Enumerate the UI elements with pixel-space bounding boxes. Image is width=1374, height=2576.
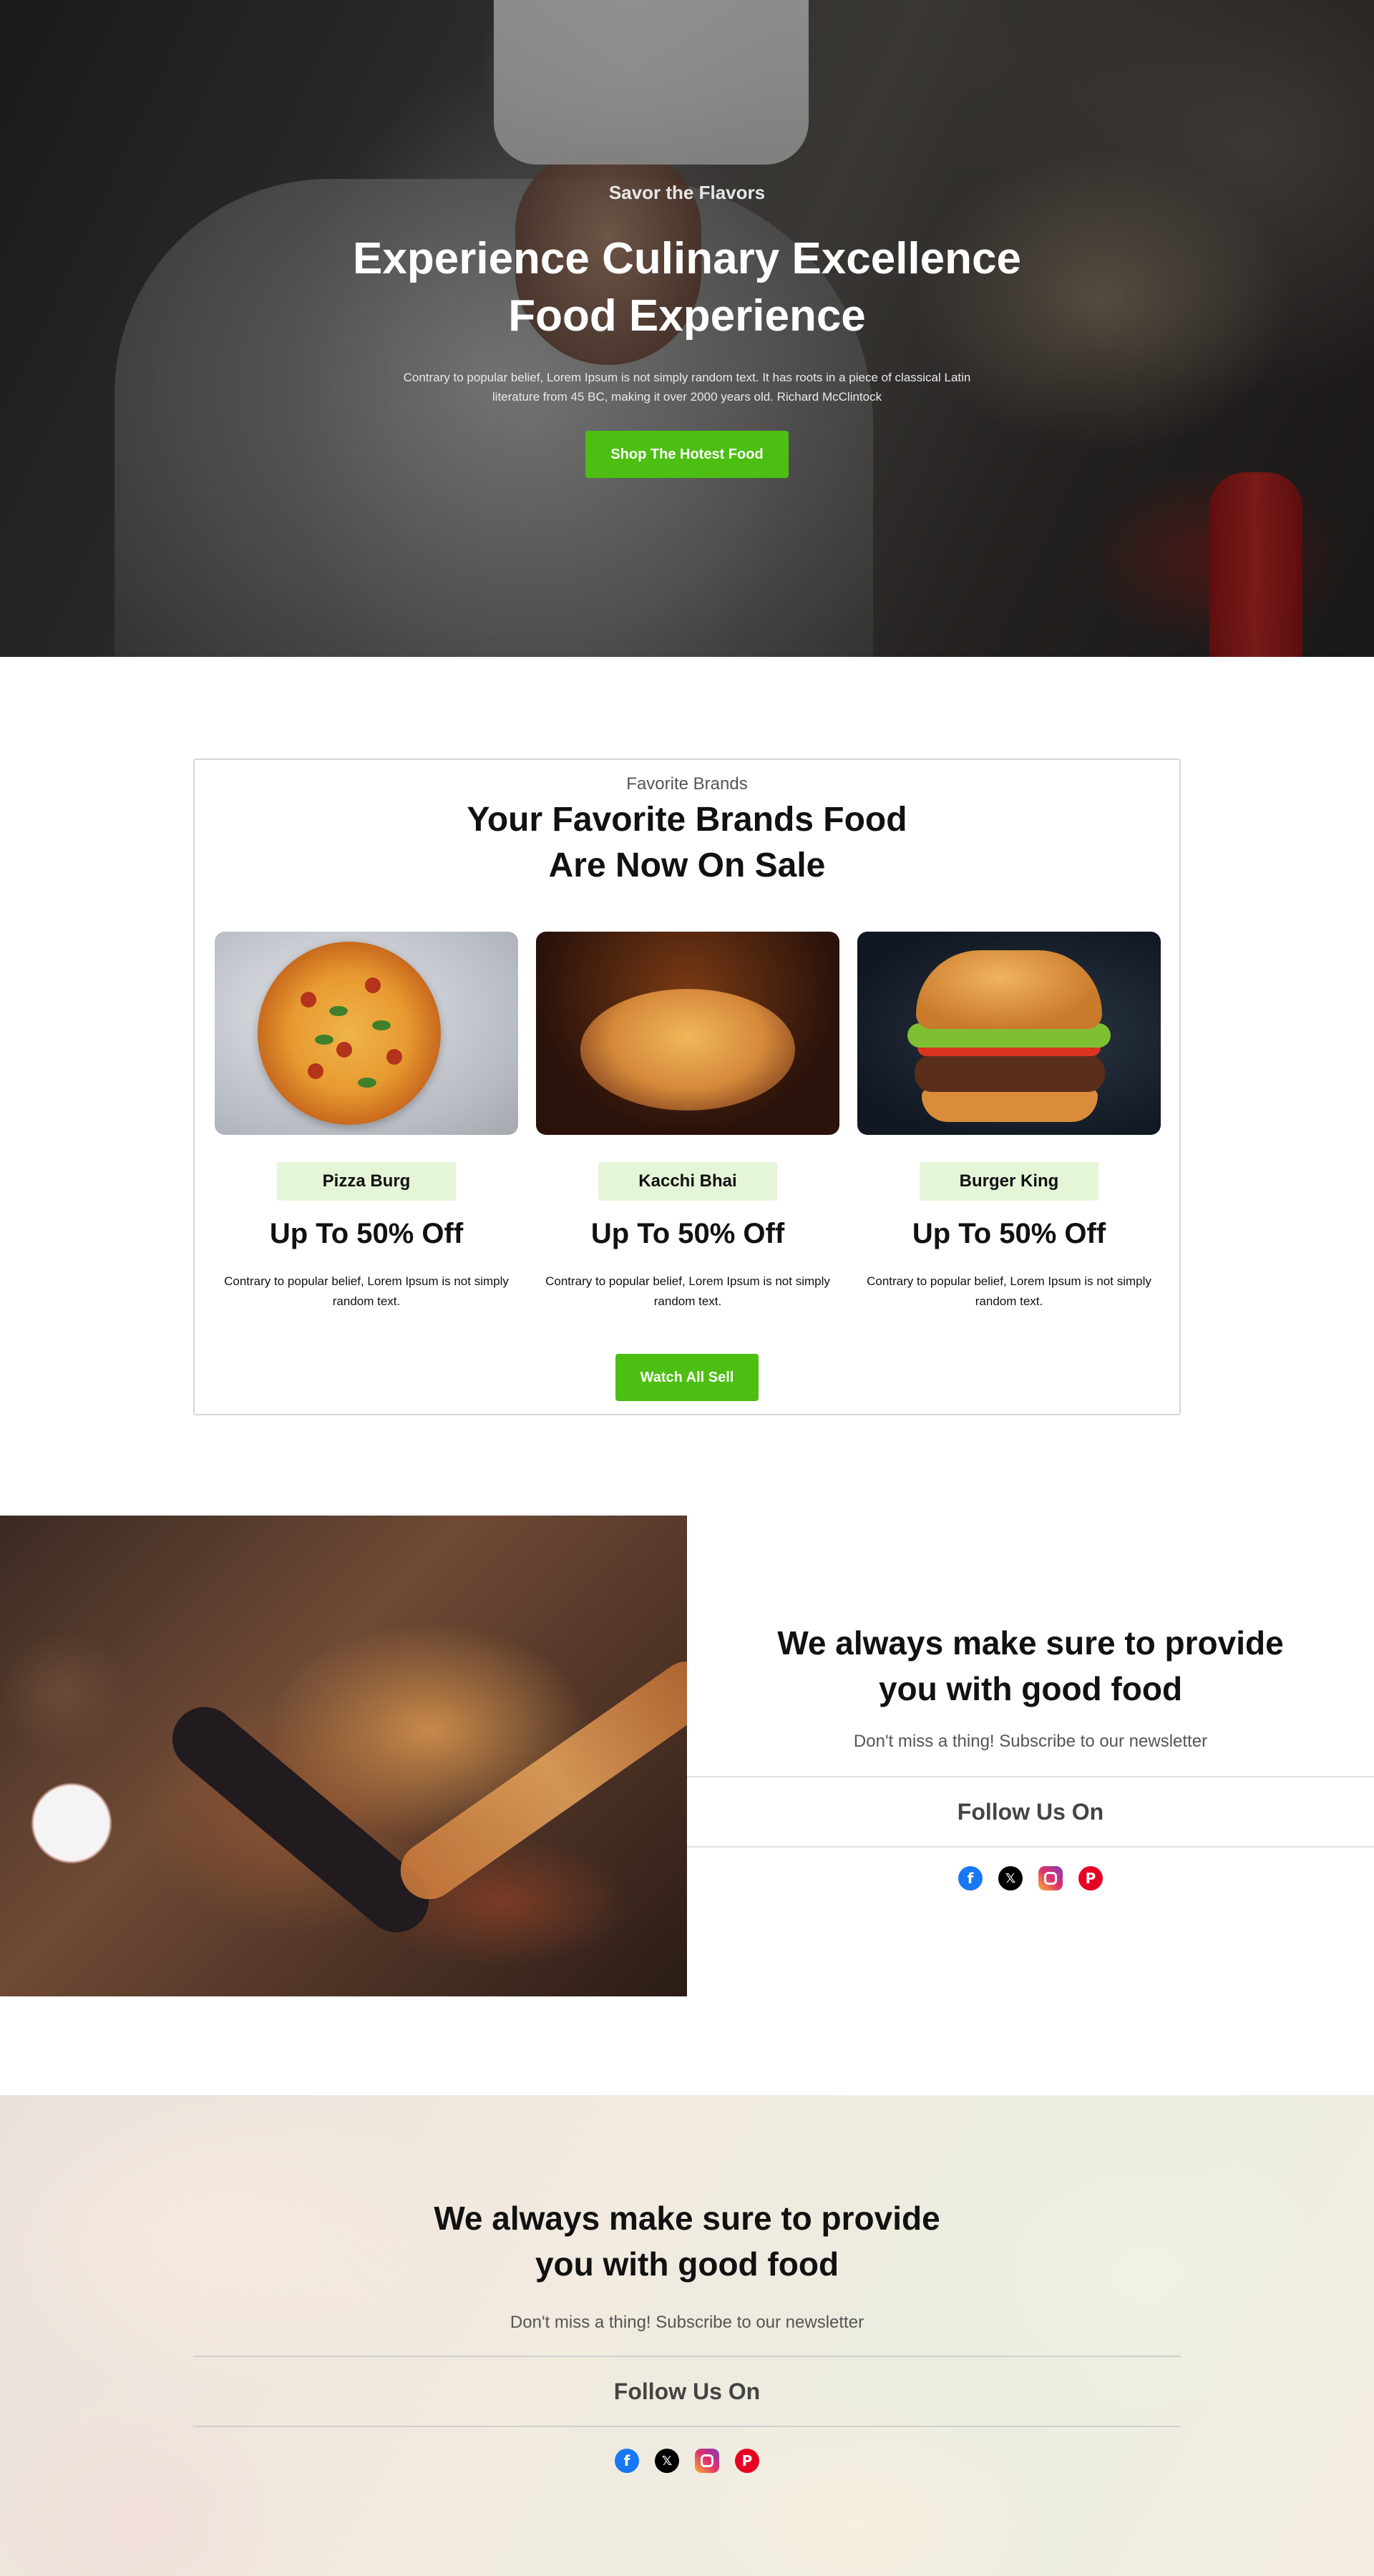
pinterest-icon[interactable]: P [735, 2449, 759, 2473]
x-twitter-icon[interactable]: 𝕏 [998, 1866, 1023, 1890]
hero-title-line2: Food Experience [508, 291, 866, 341]
brand-card-burger-king[interactable]: Burger King Up To 50% Off Contrary to po… [857, 932, 1161, 1308]
banner-title: We always make sure to provide you with … [0, 2195, 1374, 2287]
hero-description-line2: literature from 45 BC, making it over 20… [492, 390, 882, 404]
x-twitter-icon[interactable]: 𝕏 [655, 2449, 679, 2473]
hero-description-line1: Contrary to popular belief, Lorem Ipsum … [403, 371, 971, 384]
brands-title-line1: Your Favorite Brands Food [467, 801, 907, 839]
grilled-food-image [0, 1516, 687, 1996]
instagram-icon[interactable] [695, 2449, 719, 2473]
brand-description: Contrary to popular belief, Lorem Ipsum … [545, 1274, 830, 1308]
newsletter-title: We always make sure to provide you with … [687, 1620, 1374, 1712]
brands-title-line2: Are Now On Sale [548, 847, 826, 884]
newsletter-title-line1: We always make sure to provide [777, 1624, 1284, 1662]
banner-title-line2: you with good food [535, 2245, 839, 2283]
hero-section: Savor the Flavors Experience Culinary Ex… [0, 0, 1374, 657]
brand-card-kacchi-bhai[interactable]: Kacchi Bhai Up To 50% Off Contrary to po… [536, 932, 839, 1308]
newsletter-title-line2: you with good food [878, 1670, 1183, 1707]
follow-us-label: Follow Us On [687, 1776, 1374, 1848]
hero-eyebrow: Savor the Flavors [608, 182, 766, 203]
banner-title-line1: We always make sure to provide [434, 2200, 940, 2237]
pizza-image [215, 932, 518, 1135]
hero-title: Experience Culinary Excellence Food Expe… [0, 230, 1374, 345]
banner-follow-us-label: Follow Us On [193, 2356, 1181, 2427]
brand-name-tag: Pizza Burg [277, 1162, 456, 1201]
brand-name-tag: Kacchi Bhai [598, 1162, 777, 1201]
burger-image [857, 932, 1161, 1135]
favorite-brands-section: Favorite Brands Your Favorite Brands Foo… [193, 758, 1181, 1415]
brand-card-pizza-burg[interactable]: Pizza Burg Up To 50% Off Contrary to pop… [215, 932, 518, 1308]
hero-content: Savor the Flavors Experience Culinary Ex… [0, 0, 1374, 657]
brands-eyebrow: Favorite Brands [626, 774, 748, 794]
brand-offer: Up To 50% Off [912, 1218, 1106, 1249]
newsletter-banner-section: We always make sure to provide you with … [0, 2095, 1374, 2576]
brand-offer: Up To 50% Off [590, 1218, 785, 1249]
newsletter-split-section: We always make sure to provide you with … [0, 1516, 1374, 1996]
watch-all-sell-button[interactable]: Watch All Sell [615, 1354, 759, 1401]
shop-hottest-food-button[interactable]: Shop The Hotest Food [585, 431, 789, 478]
social-links: f 𝕏 P [687, 1866, 1374, 1890]
instagram-icon[interactable] [1038, 1866, 1063, 1890]
biryani-image [536, 932, 839, 1135]
hero-description: Contrary to popular belief, Lorem Ipsum … [336, 368, 1038, 406]
hero-title-line1: Experience Culinary Excellence [353, 234, 1021, 283]
banner-subtitle: Don't miss a thing! Subscribe to our new… [510, 2313, 864, 2332]
brand-description: Contrary to popular belief, Lorem Ipsum … [224, 1274, 509, 1308]
brands-title: Your Favorite Brands Food Are Now On Sal… [195, 797, 1179, 889]
pinterest-icon[interactable]: P [1078, 1866, 1103, 1890]
facebook-icon[interactable]: f [958, 1866, 983, 1890]
banner-content: We always make sure to provide you with … [0, 2095, 1374, 2576]
brand-name-tag: Burger King [920, 1162, 1098, 1201]
facebook-icon[interactable]: f [615, 2449, 639, 2473]
brand-description: Contrary to popular belief, Lorem Ipsum … [867, 1274, 1151, 1308]
banner-social-links: f 𝕏 P [0, 2449, 1374, 2473]
newsletter-content: We always make sure to provide you with … [687, 1516, 1374, 1996]
newsletter-subtitle: Don't miss a thing! Subscribe to our new… [853, 1732, 1208, 1751]
brand-offer: Up To 50% Off [269, 1218, 464, 1249]
